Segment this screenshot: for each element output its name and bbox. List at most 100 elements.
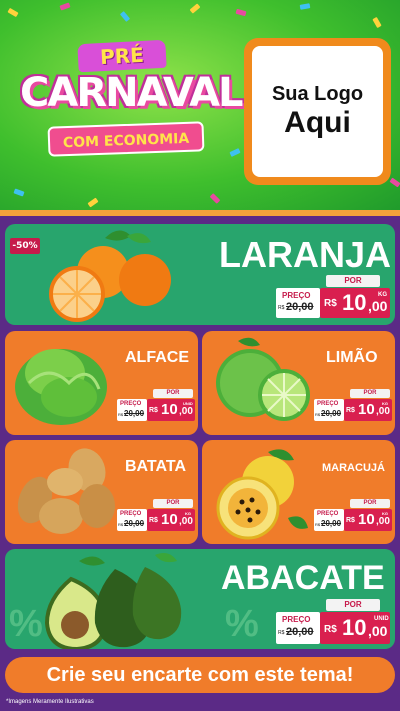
confetti xyxy=(87,197,99,208)
product-name: LARANJA xyxy=(219,234,392,275)
price-box: R$ 10 ,00 KG xyxy=(147,509,195,531)
product-name: ALFACE xyxy=(125,349,189,366)
carnaval-badge: PRÉ CARNAVAL COM ECONOMIA xyxy=(20,38,244,183)
confetti xyxy=(229,148,241,157)
currency: R$ xyxy=(324,298,337,309)
price-unit: KG xyxy=(382,511,388,516)
product-card-laranja[interactable]: LARANJA POR PREÇO R$ 20,00 R$ 10 ,00 KG xyxy=(5,224,395,325)
por-label: POR xyxy=(350,499,390,508)
price-box: R$ 10 ,00 KG xyxy=(320,288,390,318)
price-decimal: ,00 xyxy=(179,516,193,527)
confetti xyxy=(209,193,221,204)
price-box: R$ 10 ,00 KG xyxy=(344,509,392,531)
price-unit: KG xyxy=(378,292,387,298)
old-currency: R$ xyxy=(315,522,321,527)
lettuce-icon xyxy=(15,349,107,425)
old-currency: R$ xyxy=(315,412,321,417)
header-banner: PRÉ CARNAVAL COM ECONOMIA Sua Logo Aqui xyxy=(0,0,400,213)
confetti xyxy=(389,177,400,188)
cta-button[interactable]: Crie seu encarte com este tema! xyxy=(5,657,395,693)
discount-badge: -50% xyxy=(10,238,40,254)
product-card-abacate[interactable]: % % ABACATE POR PREÇO R$ 20,00 R$ 10 ,00… xyxy=(5,549,395,649)
confetti xyxy=(13,188,25,197)
passion-fruit-icon xyxy=(216,449,308,540)
currency: R$ xyxy=(324,624,337,635)
badge-title: CARNAVAL xyxy=(20,70,244,116)
price-box: R$ 10 ,00 UNID xyxy=(320,612,390,644)
preco-label: PREÇO xyxy=(317,511,339,517)
price-integer: 10 xyxy=(342,290,367,315)
old-currency: R$ xyxy=(118,412,124,417)
price-decimal: ,00 xyxy=(179,406,193,417)
old-price: 20,00 xyxy=(286,301,314,313)
old-currency: R$ xyxy=(118,522,124,527)
old-price-box: PREÇO R$ 20,00 xyxy=(117,509,147,531)
preco-label: PREÇO xyxy=(317,401,339,407)
price-box: R$ 10 ,00 UNID xyxy=(147,399,195,421)
percent-decoration-icon: % xyxy=(225,603,259,645)
confetti xyxy=(7,7,19,18)
old-price: 20,00 xyxy=(286,626,314,638)
old-price-box: PREÇO R$ 20,00 xyxy=(117,399,147,421)
product-name: LIMÃO xyxy=(326,349,378,366)
confetti xyxy=(299,3,311,10)
confetti xyxy=(59,2,71,11)
preco-label: PREÇO xyxy=(282,615,311,624)
old-price: 20,00 xyxy=(321,409,342,418)
product-card-limao[interactable]: LIMÃO POR PREÇO R$ 20,00 R$ 10 ,00 KG xyxy=(202,331,395,435)
price-unit: KG xyxy=(382,401,388,406)
price-decimal: ,00 xyxy=(368,623,388,639)
old-price-box: PREÇO R$ 20,00 xyxy=(314,399,344,421)
old-currency: R$ xyxy=(278,630,285,636)
footer-disclaimer: *Imagens Meramente Ilustrativas xyxy=(6,699,94,705)
badge-subtitle: COM ECONOMIA xyxy=(47,121,205,157)
por-label: POR xyxy=(326,599,380,611)
por-label: POR xyxy=(153,499,193,508)
price-integer: 10 xyxy=(161,401,178,418)
logo-placeholder[interactable]: Sua Logo Aqui xyxy=(244,38,391,185)
price-decimal: ,00 xyxy=(376,516,390,527)
product-card-batata[interactable]: BATATA POR PREÇO R$ 20,00 R$ 10 ,00 KG xyxy=(5,440,198,544)
orange-fruit-icon xyxy=(49,230,171,322)
por-label: POR xyxy=(326,275,380,287)
currency: R$ xyxy=(346,407,355,414)
old-currency: R$ xyxy=(278,305,285,311)
currency: R$ xyxy=(149,407,158,414)
preco-label: PREÇO xyxy=(120,401,142,407)
por-label: POR xyxy=(350,389,390,398)
currency: R$ xyxy=(149,517,158,524)
product-name: BATATA xyxy=(125,458,187,475)
preco-label: PREÇO xyxy=(282,291,311,300)
logo-text-line2: Aqui xyxy=(284,106,351,139)
product-card-maracuja[interactable]: MARACUJÁ POR PREÇO R$ 20,00 R$ 10 ,00 KG xyxy=(202,440,395,544)
product-card-alface[interactable]: ALFACE POR PREÇO R$ 20,00 R$ 10 ,00 UNID xyxy=(5,331,198,435)
header-divider xyxy=(0,210,400,216)
currency: R$ xyxy=(346,517,355,524)
price-decimal: ,00 xyxy=(368,298,388,314)
old-price: 20,00 xyxy=(124,409,145,418)
confetti xyxy=(235,8,247,17)
price-integer: 10 xyxy=(358,401,375,418)
price-integer: 10 xyxy=(342,615,367,640)
badge-pre-label: PRÉ xyxy=(77,39,167,73)
por-label: POR xyxy=(153,389,193,398)
price-unit: UNID xyxy=(374,616,389,622)
price-integer: 10 xyxy=(161,511,178,528)
price-box: R$ 10 ,00 KG xyxy=(344,399,392,421)
potato-icon xyxy=(17,448,115,534)
old-price-box: PREÇO R$ 20,00 xyxy=(276,612,320,644)
old-price: 20,00 xyxy=(124,519,145,528)
price-unit: KG xyxy=(185,511,191,516)
confetti xyxy=(372,16,382,29)
lime-icon xyxy=(216,337,310,421)
price-decimal: ,00 xyxy=(376,406,390,417)
old-price-box: PREÇO R$ 20,00 xyxy=(276,288,320,318)
old-price: 20,00 xyxy=(321,519,342,528)
logo-text-line1: Sua Logo xyxy=(271,83,364,105)
price-integer: 10 xyxy=(358,511,375,528)
confetti xyxy=(119,11,131,22)
preco-label: PREÇO xyxy=(120,511,142,517)
price-unit: UNID xyxy=(183,401,193,406)
avocado-icon xyxy=(44,553,182,649)
confetti xyxy=(189,3,201,14)
